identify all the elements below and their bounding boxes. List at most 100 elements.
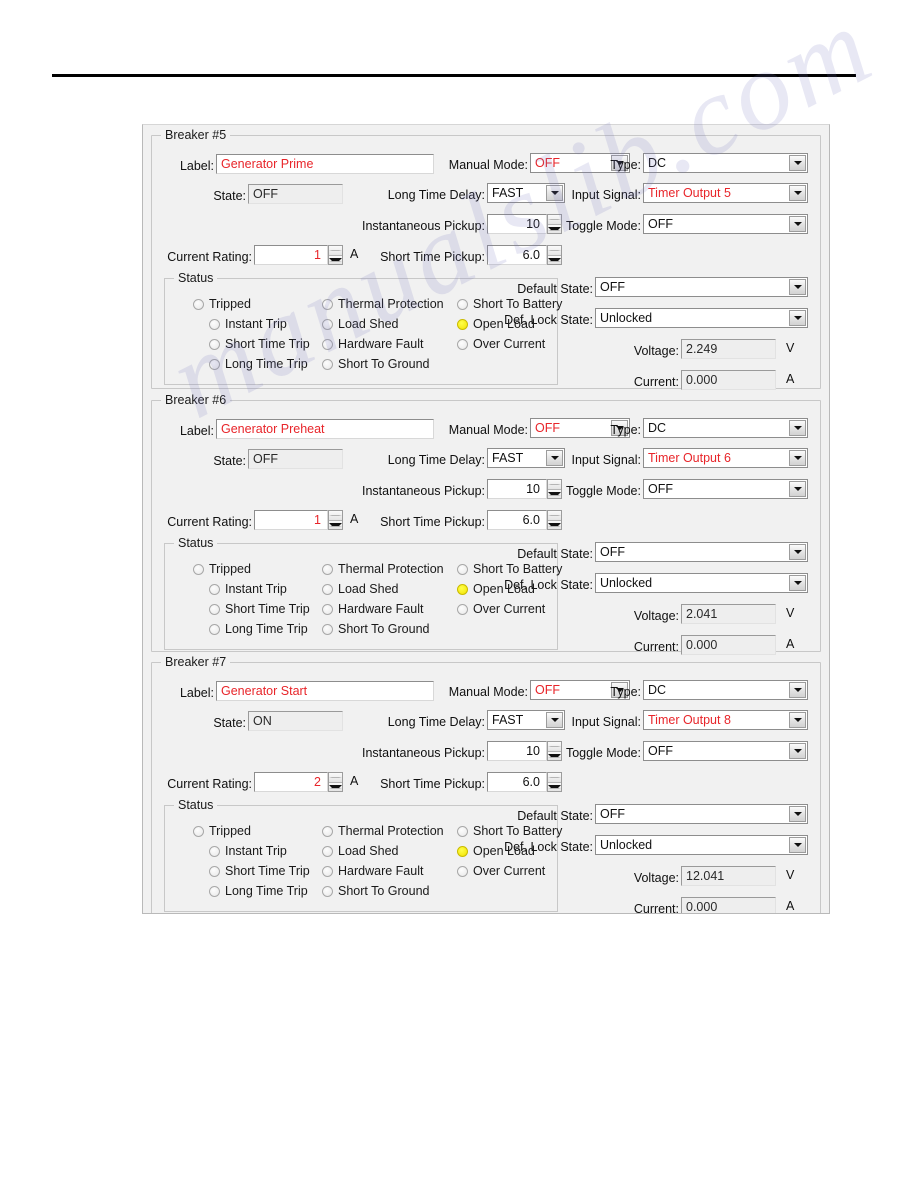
state-display[interactable]: OFF [248, 449, 343, 469]
long-time-delay-select[interactable]: FAST [487, 710, 565, 730]
status-option-open-load[interactable]: Open Load [457, 844, 535, 858]
status-option-hardware-fault[interactable]: Hardware Fault [322, 602, 423, 616]
input-signal-select-chevron-down-icon[interactable] [789, 185, 806, 201]
voltage-display[interactable]: 2.249 [681, 339, 776, 359]
radio-indicator[interactable] [209, 845, 220, 857]
current-rating-input[interactable]: 2 [254, 772, 328, 792]
instantaneous-pickup-input[interactable]: 10 [487, 741, 547, 761]
radio-indicator[interactable] [457, 298, 468, 310]
short-time-pickup-stepper[interactable] [547, 245, 562, 265]
status-option-short-to-ground[interactable]: Short To Ground [322, 357, 430, 371]
input-signal-select-chevron-down-icon[interactable] [789, 712, 806, 728]
radio-indicator[interactable] [322, 825, 333, 837]
long-time-delay-select[interactable]: FAST [487, 448, 565, 468]
status-option-over-current[interactable]: Over Current [457, 864, 545, 878]
type-select[interactable]: DC [643, 680, 808, 700]
type-select-chevron-down-icon[interactable] [789, 155, 806, 171]
label-input[interactable]: Generator Start [216, 681, 434, 701]
current-rating-stepper-up[interactable] [329, 246, 342, 256]
status-option-open-load[interactable]: Open Load [457, 317, 535, 331]
short-time-pickup-stepper-up[interactable] [548, 246, 561, 256]
toggle-mode-select-chevron-down-icon[interactable] [789, 216, 806, 232]
short-time-pickup-stepper-down[interactable] [548, 520, 561, 529]
radio-indicator[interactable] [322, 563, 333, 575]
radio-indicator[interactable] [322, 338, 333, 350]
instantaneous-pickup-stepper[interactable] [547, 214, 562, 234]
type-select[interactable]: DC [643, 418, 808, 438]
default-state-select-chevron-down-icon[interactable] [789, 279, 806, 295]
short-time-pickup-stepper-down[interactable] [548, 782, 561, 791]
short-time-pickup-stepper-up[interactable] [548, 511, 561, 521]
status-option-short-time-trip[interactable]: Short Time Trip [209, 602, 310, 616]
status-option-short-to-ground[interactable]: Short To Ground [322, 622, 430, 636]
radio-indicator[interactable] [209, 885, 220, 897]
radio-indicator[interactable] [457, 563, 468, 575]
instantaneous-pickup-stepper-up[interactable] [548, 480, 561, 490]
radio-indicator[interactable] [209, 865, 220, 877]
input-signal-select-chevron-down-icon[interactable] [789, 450, 806, 466]
radio-indicator[interactable] [209, 583, 220, 595]
def-lock-state-select-chevron-down-icon[interactable] [789, 575, 806, 591]
status-option-thermal-protection[interactable]: Thermal Protection [322, 562, 444, 576]
input-signal-select[interactable]: Timer Output 8 [643, 710, 808, 730]
status-option-short-time-trip[interactable]: Short Time Trip [209, 864, 310, 878]
short-time-pickup-input[interactable]: 6.0 [487, 772, 547, 792]
status-option-hardware-fault[interactable]: Hardware Fault [322, 864, 423, 878]
short-time-pickup-input[interactable]: 6.0 [487, 245, 547, 265]
radio-indicator[interactable] [322, 358, 333, 370]
status-option-long-time-trip[interactable]: Long Time Trip [209, 622, 308, 636]
instantaneous-pickup-stepper[interactable] [547, 479, 562, 499]
def-lock-state-select[interactable]: Unlocked [595, 573, 808, 593]
radio-indicator[interactable] [322, 298, 333, 310]
input-signal-select[interactable]: Timer Output 6 [643, 448, 808, 468]
current-rating-stepper-down[interactable] [329, 255, 342, 264]
status-option-open-load[interactable]: Open Load [457, 582, 535, 596]
radio-indicator[interactable] [209, 623, 220, 635]
radio-indicator[interactable] [322, 603, 333, 615]
radio-indicator[interactable] [322, 845, 333, 857]
status-option-short-to-battery[interactable]: Short To Battery [457, 562, 562, 576]
current-display[interactable]: 0.000 [681, 370, 776, 390]
type-select-chevron-down-icon[interactable] [789, 682, 806, 698]
long-time-delay-select-chevron-down-icon[interactable] [546, 712, 563, 728]
current-display[interactable]: 0.000 [681, 635, 776, 655]
status-option-load-shed[interactable]: Load Shed [322, 844, 398, 858]
radio-indicator[interactable] [193, 298, 204, 310]
instantaneous-pickup-stepper-down[interactable] [548, 224, 561, 233]
instantaneous-pickup-stepper-down[interactable] [548, 489, 561, 498]
current-rating-stepper[interactable] [328, 772, 343, 792]
current-display[interactable]: 0.000 [681, 897, 776, 913]
instantaneous-pickup-input[interactable]: 10 [487, 479, 547, 499]
default-state-select[interactable]: OFF [595, 277, 808, 297]
def-lock-state-select[interactable]: Unlocked [595, 308, 808, 328]
def-lock-state-select[interactable]: Unlocked [595, 835, 808, 855]
instantaneous-pickup-stepper[interactable] [547, 741, 562, 761]
current-rating-stepper-up[interactable] [329, 773, 342, 783]
status-option-short-to-ground[interactable]: Short To Ground [322, 884, 430, 898]
status-option-long-time-trip[interactable]: Long Time Trip [209, 884, 308, 898]
radio-indicator[interactable] [457, 603, 468, 615]
voltage-display[interactable]: 12.041 [681, 866, 776, 886]
short-time-pickup-stepper[interactable] [547, 510, 562, 530]
status-option-instant-trip[interactable]: Instant Trip [209, 317, 287, 331]
label-input[interactable]: Generator Preheat [216, 419, 434, 439]
status-option-hardware-fault[interactable]: Hardware Fault [322, 337, 423, 351]
radio-indicator[interactable] [209, 318, 220, 330]
status-option-over-current[interactable]: Over Current [457, 602, 545, 616]
status-option-tripped[interactable]: Tripped [193, 297, 251, 311]
short-time-pickup-stepper[interactable] [547, 772, 562, 792]
status-option-short-to-battery[interactable]: Short To Battery [457, 824, 562, 838]
current-rating-stepper[interactable] [328, 510, 343, 530]
status-option-short-to-battery[interactable]: Short To Battery [457, 297, 562, 311]
current-rating-stepper-up[interactable] [329, 511, 342, 521]
label-input[interactable]: Generator Prime [216, 154, 434, 174]
default-state-select-chevron-down-icon[interactable] [789, 806, 806, 822]
default-state-select[interactable]: OFF [595, 542, 808, 562]
status-option-instant-trip[interactable]: Instant Trip [209, 582, 287, 596]
instantaneous-pickup-input[interactable]: 10 [487, 214, 547, 234]
radio-indicator[interactable] [457, 825, 468, 837]
radio-indicator[interactable] [457, 845, 468, 857]
short-time-pickup-input[interactable]: 6.0 [487, 510, 547, 530]
status-option-long-time-trip[interactable]: Long Time Trip [209, 357, 308, 371]
current-rating-input[interactable]: 1 [254, 245, 328, 265]
